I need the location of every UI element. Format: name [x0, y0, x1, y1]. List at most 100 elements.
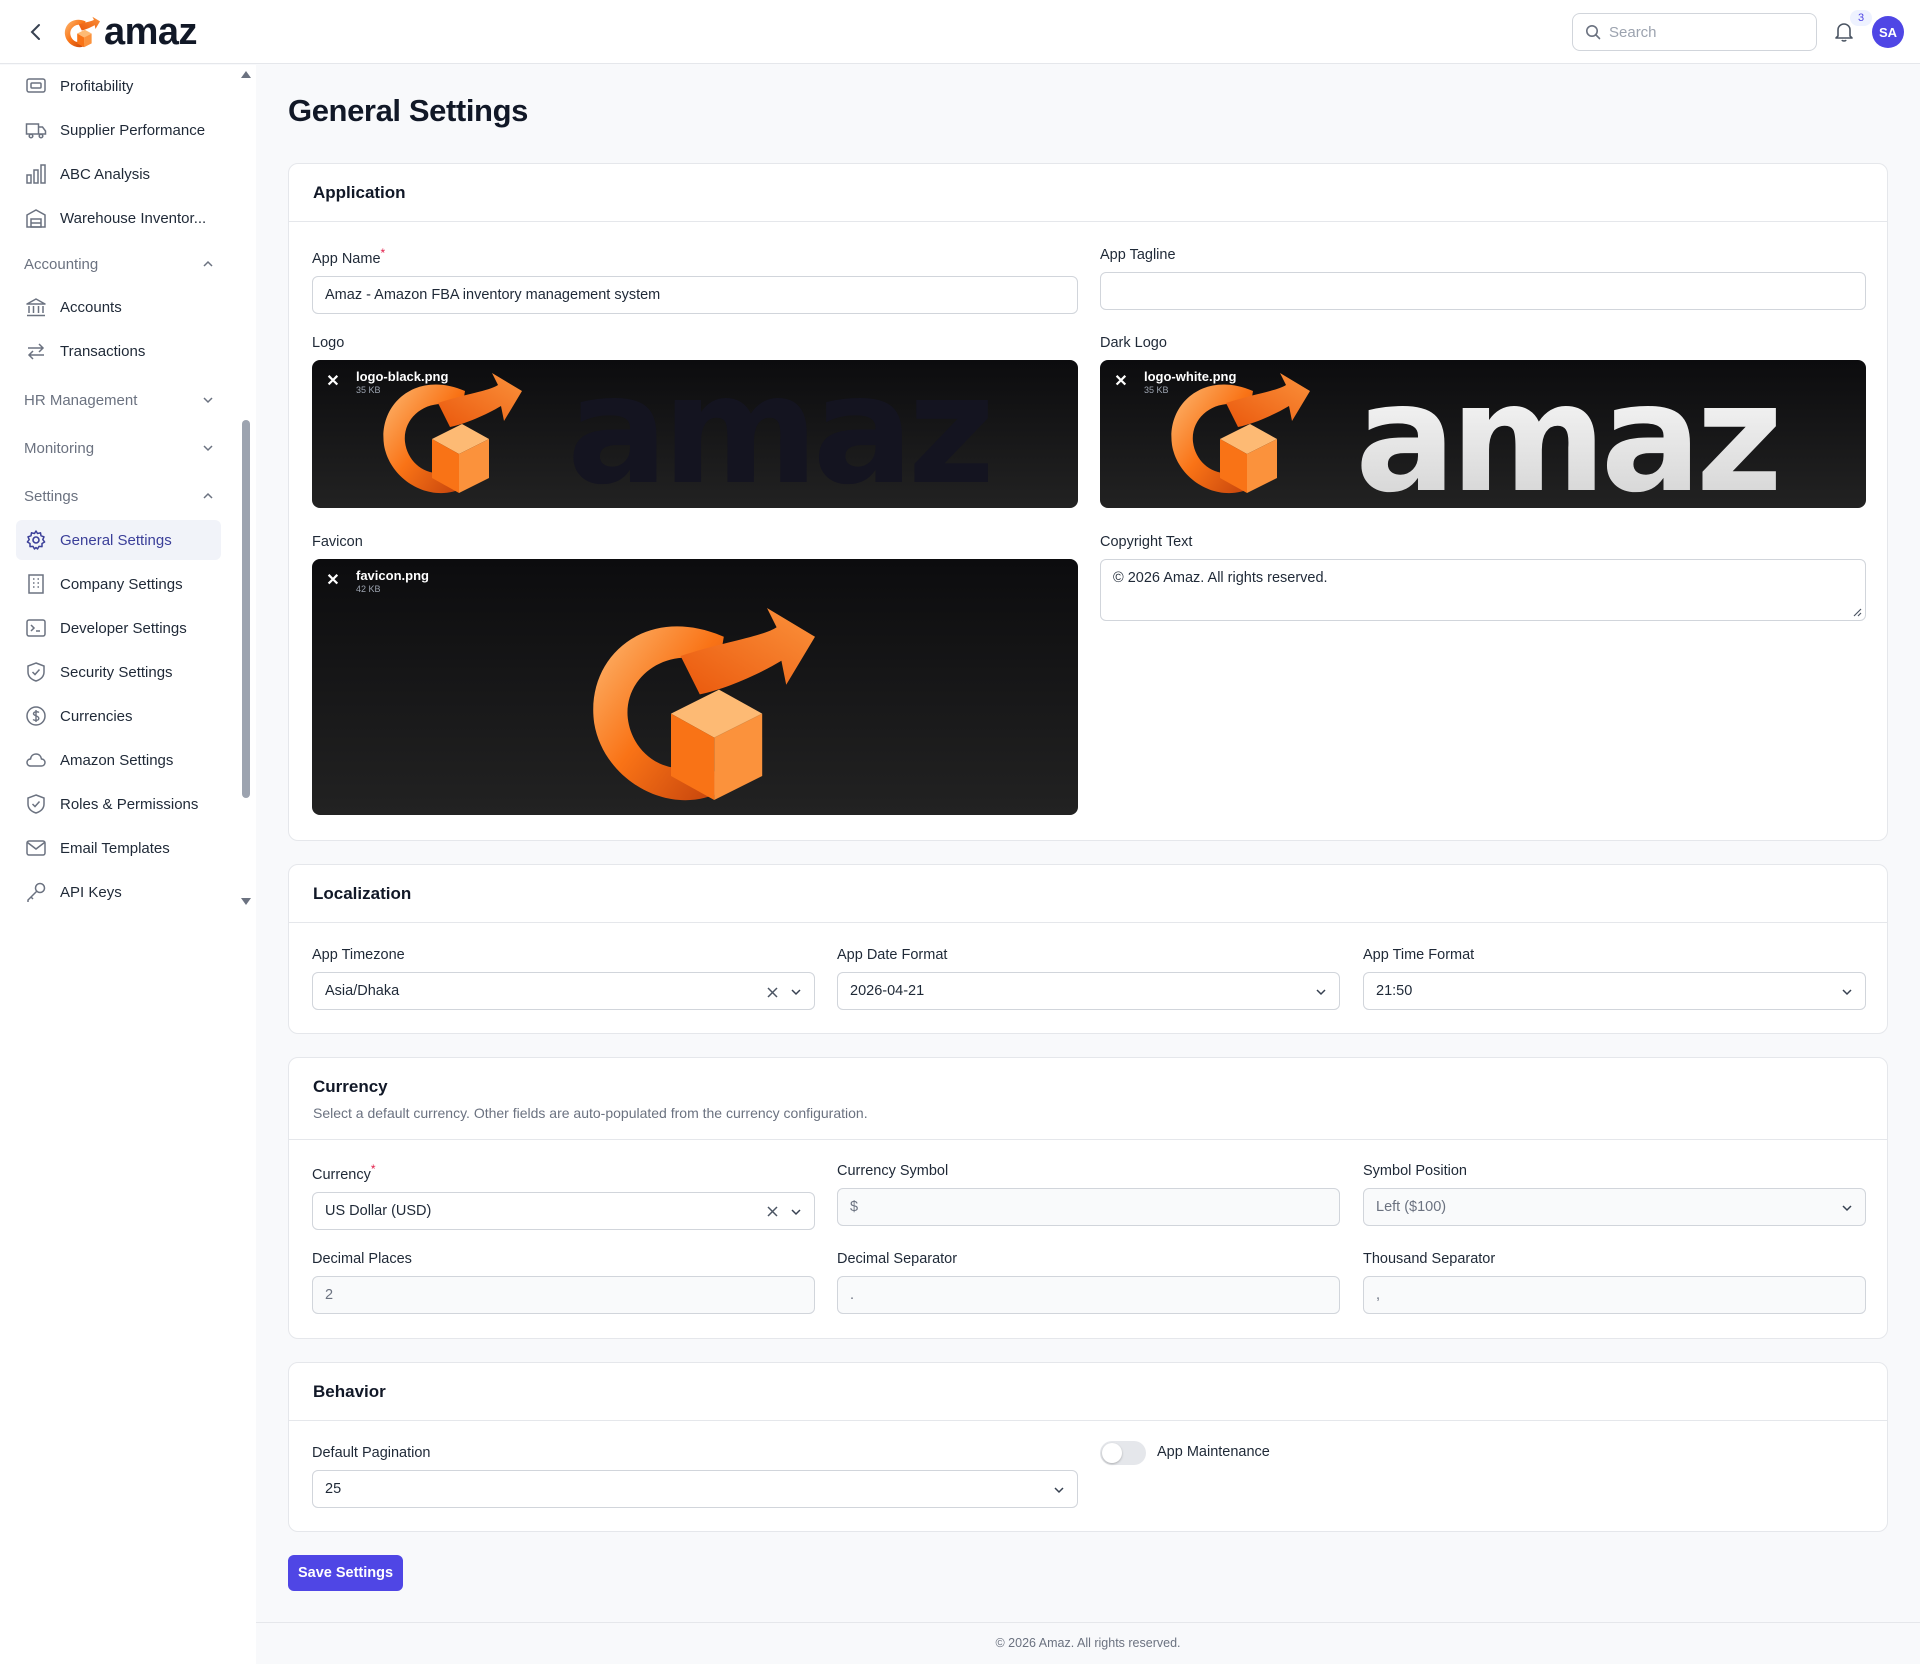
sidebar-item-profitability[interactable]: Profitability	[16, 66, 221, 106]
chevron-down-icon	[791, 1209, 801, 1215]
file-name: favicon.png	[356, 568, 429, 583]
sidebar-item-label: Currencies	[60, 707, 133, 725]
sidebar-item-email-templates[interactable]: Email Templates	[16, 828, 221, 868]
select-value: US Dollar (USD)	[325, 1202, 432, 1219]
toggle-knob	[1102, 1443, 1122, 1463]
currency-symbol-input[interactable]: $	[837, 1188, 1340, 1226]
sidebar-item-currencies[interactable]: Currencies	[16, 696, 221, 736]
field-label: Dark Logo	[1100, 335, 1167, 351]
dark-logo-wordmark: amaz	[1355, 360, 1777, 508]
symbol-position-select[interactable]: Left ($100)	[1363, 1188, 1866, 1226]
field-label: App Date Format	[837, 947, 948, 963]
copyright-field: Copyright Text © 2026 Amaz. All rights r…	[1100, 533, 1866, 621]
clear-icon[interactable]	[767, 986, 778, 998]
decimal-places-input[interactable]: 2	[312, 1276, 815, 1314]
copyright-value: © 2026 Amaz. All rights reserved.	[1113, 570, 1328, 586]
field-label: App Name*	[312, 246, 386, 267]
sidebar-item-label: Amazon Settings	[60, 751, 174, 769]
chevron-down-icon	[1316, 989, 1326, 996]
chevron-down-icon	[203, 445, 213, 452]
bar-chart-icon	[24, 162, 48, 186]
time-format-select[interactable]: 21:50	[1363, 972, 1866, 1010]
scroll-down-arrow-icon[interactable]	[240, 897, 252, 907]
sidebar-item-roles-permissions[interactable]: Roles & Permissions	[16, 784, 221, 824]
resize-handle-icon[interactable]	[1852, 607, 1862, 617]
required-asterisk: *	[370, 1162, 376, 1176]
file-size: 35 KB	[356, 385, 381, 395]
terminal-icon	[24, 616, 48, 640]
sidebar-item-api-keys[interactable]: API Keys	[16, 872, 221, 912]
sidebar-item-label: Security Settings	[60, 663, 173, 681]
sidebar-item-supplier-performance[interactable]: Supplier Performance	[16, 110, 221, 150]
select-value: Left ($100)	[1376, 1199, 1447, 1215]
currency-symbol-field: Currency Symbol $	[837, 1162, 1340, 1226]
required-asterisk: *	[380, 246, 386, 260]
mail-icon	[24, 836, 48, 860]
sidebar-item-label: Company Settings	[60, 575, 183, 593]
remove-favicon-button[interactable]: ✕	[322, 569, 344, 591]
card-description: Select a default currency. Other fields …	[313, 1104, 868, 1121]
cloud-icon	[24, 748, 48, 772]
behavior-card: Behavior Default Pagination 25 App Maint…	[288, 1362, 1888, 1532]
sidebar-item-developer-settings[interactable]: Developer Settings	[16, 608, 221, 648]
sidebar-item-general-settings[interactable]: General Settings	[16, 520, 221, 560]
thousand-separator-input[interactable]: ,	[1363, 1276, 1866, 1314]
field-label: App Tagline	[1100, 247, 1176, 263]
decimal-places-field: Decimal Places 2	[312, 1250, 815, 1314]
timezone-select[interactable]: Asia/Dhaka	[312, 972, 815, 1010]
sidebar-item-security-settings[interactable]: Security Settings	[16, 652, 221, 692]
symbol-position-field: Symbol Position Left ($100)	[1363, 1162, 1866, 1226]
page-title: General Settings	[288, 93, 528, 128]
copyright-textarea[interactable]: © 2026 Amaz. All rights reserved.	[1100, 559, 1866, 621]
sidebar-group-settings[interactable]: Settings	[24, 481, 214, 511]
chevron-down-icon	[1842, 989, 1852, 996]
brand-logo[interactable]: amaz	[62, 12, 198, 52]
clear-icon[interactable]	[767, 1206, 778, 1217]
decimal-separator-input[interactable]: .	[837, 1276, 1340, 1314]
field-label: Decimal Separator	[837, 1251, 958, 1267]
sidebar-group-hr-management[interactable]: HR Management	[24, 385, 214, 415]
search-input[interactable]	[1609, 23, 1799, 41]
sidebar-group-label: Accounting	[24, 255, 99, 273]
sidebar-item-amazon-settings[interactable]: Amazon Settings	[16, 740, 221, 780]
save-settings-button[interactable]: Save Settings	[288, 1555, 403, 1591]
app-name-field: App Name* Amaz - Amazon FBA inventory ma…	[312, 246, 1078, 314]
dark-logo-preview[interactable]: amaz ✕ logo-white.png 35 KB	[1100, 360, 1866, 508]
chevron-down-icon	[203, 397, 213, 404]
user-avatar[interactable]: SA	[1872, 16, 1904, 48]
remove-dark-logo-button[interactable]: ✕	[1110, 370, 1132, 392]
sidebar-item-label: Transactions	[60, 342, 146, 360]
app-tagline-input[interactable]	[1100, 272, 1866, 310]
sidebar-scrollbar-thumb[interactable]	[242, 420, 250, 798]
remove-logo-button[interactable]: ✕	[322, 370, 344, 392]
sidebar-item-warehouse-inventory[interactable]: Warehouse Inventor...	[16, 198, 221, 238]
date-format-select[interactable]: 2026-04-21	[837, 972, 1340, 1010]
default-pagination-select[interactable]: 25	[312, 1470, 1078, 1508]
sidebar-item-label: Developer Settings	[60, 619, 187, 637]
thousand-separator-field: Thousand Separator ,	[1363, 1250, 1866, 1314]
sidebar-group-monitoring[interactable]: Monitoring	[24, 433, 214, 463]
app-maintenance-toggle[interactable]	[1100, 1441, 1146, 1465]
favicon-preview[interactable]: ✕ favicon.png 42 KB	[312, 559, 1078, 815]
sidebar-item-transactions[interactable]: Transactions	[16, 331, 221, 371]
search-icon	[1586, 25, 1601, 40]
timezone-field: App Timezone Asia/Dhaka	[312, 946, 815, 1010]
time-format-field: App Time Format 21:50	[1363, 946, 1866, 1010]
logo-field: Logo amaz ✕ logo-black.png 35 KB	[312, 334, 1078, 508]
footer-copyright: © 2026 Amaz. All rights reserved.	[995, 1636, 1181, 1650]
sidebar-item-accounts[interactable]: Accounts	[16, 287, 221, 327]
logo-preview[interactable]: amaz ✕ logo-black.png 35 KB	[312, 360, 1078, 508]
field-label: Default Pagination	[312, 1445, 431, 1461]
decimal-separator-field: Decimal Separator .	[837, 1250, 1340, 1314]
search-box[interactable]	[1572, 13, 1817, 51]
card-header: Application	[289, 164, 1887, 222]
card-title: Application	[313, 182, 406, 202]
sidebar-group-accounting[interactable]: Accounting	[24, 249, 214, 279]
app-name-input[interactable]: Amaz - Amazon FBA inventory management s…	[312, 275, 1078, 314]
sidebar-item-abc-analysis[interactable]: ABC Analysis	[16, 154, 221, 194]
back-button[interactable]	[24, 18, 48, 46]
application-card: Application App Name* Amaz - Amazon FBA …	[288, 163, 1888, 841]
sidebar-item-company-settings[interactable]: Company Settings	[16, 564, 221, 604]
currency-select[interactable]: US Dollar (USD)	[312, 1191, 815, 1230]
scroll-up-arrow-icon[interactable]	[240, 69, 252, 79]
